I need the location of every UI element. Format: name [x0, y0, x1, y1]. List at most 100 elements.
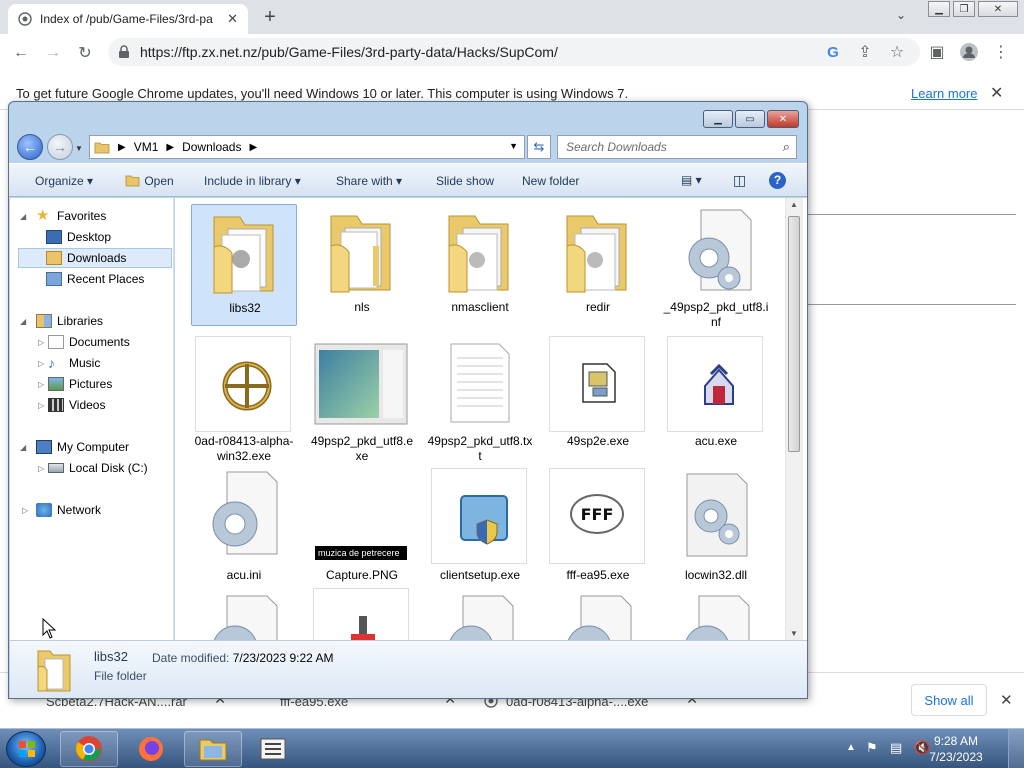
- scrollbar-thumb[interactable]: [788, 216, 800, 452]
- new-folder-button[interactable]: New folder: [522, 174, 579, 188]
- explorer-maximize-button[interactable]: ▭: [735, 110, 765, 128]
- open-button[interactable]: Open: [125, 174, 174, 188]
- expand-arrow-icon[interactable]: ◢: [20, 212, 26, 221]
- downloads-folder-icon: [46, 251, 62, 265]
- refresh-icon[interactable]: ⇆: [527, 135, 551, 159]
- include-in-library-menu[interactable]: Include in library ▾: [204, 174, 301, 188]
- share-icon[interactable]: ⇪: [854, 41, 876, 63]
- nav-desktop[interactable]: Desktop: [46, 227, 111, 247]
- nav-pictures[interactable]: Pictures: [48, 374, 112, 394]
- file-item-partial[interactable]: [427, 592, 533, 640]
- nav-libraries[interactable]: Libraries: [36, 311, 103, 331]
- address-bar[interactable]: https://ftp.zx.net.nz/pub/Game-Files/3rd…: [108, 38, 920, 66]
- expand-arrow-icon[interactable]: ▷: [38, 380, 44, 389]
- breadcrumb-vm1[interactable]: VM1: [134, 140, 159, 154]
- expand-arrow-icon[interactable]: ▷: [38, 338, 44, 347]
- explorer-titlebar[interactable]: ▁ ▭ ✕: [9, 102, 807, 132]
- file-item-49psp2-exe[interactable]: 49psp2_pkd_utf8.exe: [309, 336, 415, 463]
- downloads-bar-close-icon[interactable]: ✕: [1000, 691, 1013, 709]
- file-item-redir[interactable]: redir: [545, 204, 651, 326]
- help-icon[interactable]: ?: [769, 172, 786, 189]
- file-item-acu-ini[interactable]: acu.ini: [191, 468, 297, 590]
- infobar-close-icon[interactable]: ✕: [990, 83, 1003, 103]
- nav-videos[interactable]: Videos: [48, 395, 105, 415]
- menu-kebab-icon[interactable]: ⋮: [990, 41, 1012, 63]
- taskbar-explorer[interactable]: [184, 731, 242, 767]
- file-item-49psp2-inf[interactable]: _49psp2_pkd_utf8.inf: [663, 204, 769, 329]
- new-tab-button[interactable]: +: [258, 6, 282, 28]
- scroll-down-icon[interactable]: ▼: [790, 629, 798, 638]
- expand-arrow-icon[interactable]: ◢: [20, 317, 26, 326]
- nav-my-computer[interactable]: My Computer: [36, 437, 129, 457]
- restore-button[interactable]: ❐: [953, 1, 975, 17]
- expand-arrow-icon[interactable]: ▷: [38, 464, 44, 473]
- google-translate-icon[interactable]: G: [822, 41, 844, 63]
- reload-icon[interactable]: ↻: [74, 42, 96, 64]
- search-downloads-input[interactable]: Search Downloads ⌕: [557, 135, 797, 159]
- file-item-libs32[interactable]: libs32: [191, 204, 297, 326]
- nav-favorites[interactable]: ★ Favorites: [36, 206, 106, 226]
- file-item-nmasclient[interactable]: nmasclient: [427, 204, 533, 326]
- file-item-fff-ea95[interactable]: FFF fff-ea95.exe: [545, 468, 651, 590]
- vertical-scrollbar[interactable]: ▲ ▼: [785, 198, 803, 640]
- explorer-close-button[interactable]: ✕: [767, 110, 799, 128]
- taskbar-firefox[interactable]: [122, 731, 180, 767]
- minimize-button[interactable]: ▁: [928, 1, 950, 17]
- action-center-flag-icon[interactable]: ⚑: [866, 740, 878, 756]
- taskbar-chrome[interactable]: [60, 731, 118, 767]
- tab-search-icon[interactable]: ⌄: [896, 8, 906, 22]
- change-view-icon[interactable]: ▤ ▾: [681, 173, 702, 187]
- expand-arrow-icon[interactable]: ▷: [22, 506, 28, 515]
- recent-pages-dropdown-icon[interactable]: ▼: [75, 144, 83, 153]
- expand-arrow-icon[interactable]: ▷: [38, 401, 44, 410]
- explorer-back-icon[interactable]: ←: [17, 134, 43, 160]
- taskbar-app-list[interactable]: [244, 731, 302, 767]
- file-item-0ad-r08413[interactable]: 0ad-r08413-alpha-win32.exe: [191, 336, 297, 463]
- taskbar-clock[interactable]: 9:28 AM 7/23/2023: [916, 733, 996, 765]
- nav-downloads[interactable]: Downloads: [18, 248, 172, 268]
- bookmark-star-icon[interactable]: ☆: [886, 41, 908, 63]
- show-all-button[interactable]: Show all: [911, 684, 987, 716]
- file-item-capture-png[interactable]: muzica de petrecere Capture.PNG: [309, 468, 415, 590]
- file-item-partial[interactable]: [191, 592, 297, 640]
- file-item-nls[interactable]: nls: [309, 204, 415, 326]
- organize-menu[interactable]: Organize ▾: [35, 174, 93, 188]
- address-dropdown-icon[interactable]: ▼: [509, 141, 518, 151]
- nav-recent-places[interactable]: Recent Places: [46, 269, 144, 289]
- back-arrow-icon[interactable]: ←: [10, 42, 32, 64]
- browser-tab[interactable]: Index of /pub/Game-Files/3rd-pa ✕: [8, 4, 248, 34]
- scroll-up-icon[interactable]: ▲: [790, 200, 798, 209]
- explorer-minimize-button[interactable]: ▁: [703, 110, 733, 128]
- profile-avatar-icon[interactable]: [958, 41, 980, 63]
- breadcrumb-downloads[interactable]: Downloads: [182, 140, 241, 154]
- explorer-address-bar[interactable]: ▶ VM1 ▶ Downloads ▶ ▼: [89, 135, 525, 159]
- share-with-menu[interactable]: Share with ▾: [336, 174, 402, 188]
- explorer-forward-icon[interactable]: →: [47, 134, 73, 160]
- learn-more-link[interactable]: Learn more: [911, 86, 977, 101]
- file-item-locwin32[interactable]: locwin32.dll: [663, 468, 769, 590]
- file-item-49psp2-txt[interactable]: 49psp2_pkd_utf8.txt: [427, 336, 533, 463]
- close-tab-icon[interactable]: ✕: [227, 11, 238, 27]
- preview-pane-icon[interactable]: ◫: [733, 172, 746, 189]
- show-hidden-icons-icon[interactable]: ▲: [846, 742, 856, 753]
- file-item-partial[interactable]: [663, 592, 769, 640]
- file-item-acu-exe[interactable]: acu.exe: [663, 336, 769, 458]
- nav-documents[interactable]: Documents: [48, 332, 130, 352]
- file-item-clientsetup[interactable]: clientsetup.exe: [427, 468, 533, 590]
- date-modified: Date modified: 7/23/2023 9:22 AM: [152, 651, 334, 665]
- start-button[interactable]: [6, 731, 46, 767]
- nav-network[interactable]: Network: [36, 500, 101, 520]
- close-window-button[interactable]: ✕: [978, 1, 1018, 17]
- forward-arrow-icon[interactable]: →: [42, 42, 64, 64]
- file-item-partial[interactable]: [545, 592, 651, 640]
- slide-show-button[interactable]: Slide show: [436, 174, 494, 188]
- file-item-49sp2e[interactable]: 49sp2e.exe: [545, 336, 651, 458]
- expand-arrow-icon[interactable]: ◢: [20, 443, 26, 452]
- file-item-partial[interactable]: [309, 588, 415, 640]
- expand-arrow-icon[interactable]: ▷: [38, 359, 44, 368]
- show-desktop-button[interactable]: [1008, 729, 1024, 768]
- nav-local-disk[interactable]: Local Disk (C:): [48, 458, 148, 478]
- nav-music[interactable]: ♪ Music: [48, 353, 100, 373]
- network-status-icon[interactable]: ▤: [890, 740, 902, 756]
- side-panel-icon[interactable]: ▣: [926, 41, 948, 63]
